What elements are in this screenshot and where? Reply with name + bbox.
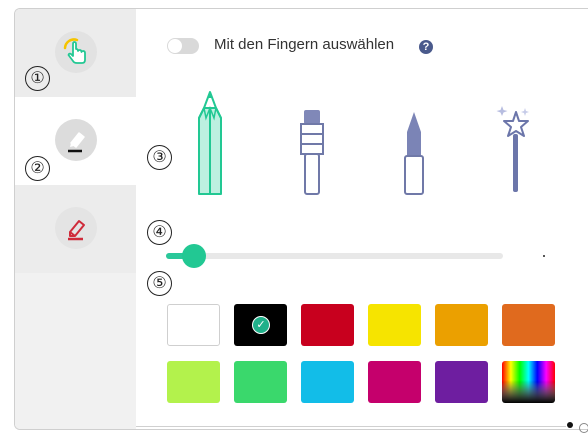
annotation-number-5: ⑤ — [147, 271, 172, 296]
pen-icon — [55, 119, 97, 161]
annotation-number-4: ④ — [147, 220, 172, 245]
color-swatch-orange[interactable] — [435, 304, 488, 346]
color-swatch-custom-spectrum[interactable] — [502, 361, 555, 403]
color-swatch-green[interactable] — [234, 361, 287, 403]
resize-dot — [567, 422, 573, 428]
resize-ring — [579, 423, 588, 433]
stroke-size-thumb[interactable] — [182, 244, 206, 268]
color-swatch-yellow[interactable] — [368, 304, 421, 346]
annotation-number-1: ① — [25, 66, 50, 91]
eraser-icon — [55, 207, 97, 249]
marker-icon — [404, 112, 424, 195]
color-swatch-lime[interactable] — [167, 361, 220, 403]
color-swatch-purple[interactable] — [435, 361, 488, 403]
stroke-size-preview — [543, 255, 545, 257]
tool-marker[interactable] — [400, 112, 428, 201]
finger-select-label: Mit den Fingern auswählen — [214, 36, 395, 53]
color-swatch-black[interactable]: ✓ — [234, 304, 287, 346]
color-swatch-red[interactable] — [301, 304, 354, 346]
color-swatch-magenta[interactable] — [368, 361, 421, 403]
stroke-size-slider[interactable] — [166, 253, 503, 259]
annotation-number-2: ② — [25, 156, 50, 181]
color-swatch-white[interactable] — [167, 304, 220, 346]
color-swatch-dark-orange[interactable] — [502, 304, 555, 346]
annotation-number-3: ③ — [147, 145, 172, 170]
divider — [136, 426, 566, 427]
toggle-knob — [168, 39, 182, 53]
tool-brush[interactable] — [298, 110, 326, 201]
selected-check-icon: ✓ — [252, 316, 270, 334]
hand-pointer-icon — [55, 31, 97, 73]
tool-pencil[interactable] — [193, 90, 227, 203]
magic-wand-icon — [496, 106, 529, 192]
color-swatch-cyan[interactable] — [301, 361, 354, 403]
pencil-icon — [198, 91, 222, 195]
sidebar-tab-eraser[interactable] — [15, 185, 136, 273]
finger-select-toggle[interactable] — [167, 38, 199, 54]
brush-icon — [300, 110, 324, 195]
help-icon[interactable]: ? — [419, 40, 433, 54]
tool-magic-wand[interactable] — [494, 104, 536, 201]
